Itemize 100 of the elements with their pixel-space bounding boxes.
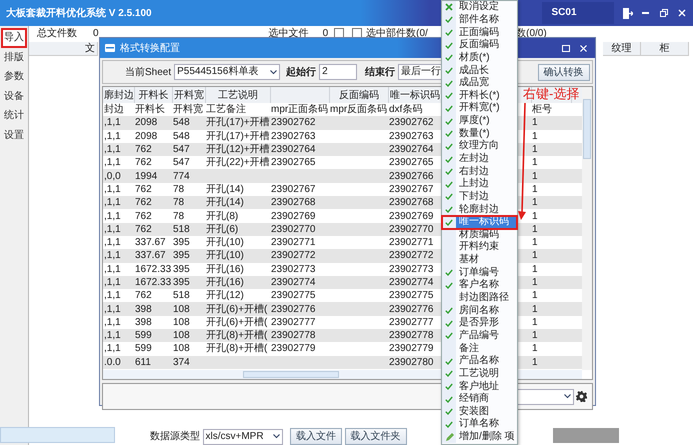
menu-item[interactable]: 下封边 (442, 190, 517, 204)
sheet-label: 当前Sheet (125, 66, 172, 80)
table-cell: 108 (172, 302, 205, 316)
load-folder-button[interactable]: 载入文件夹 (344, 428, 406, 445)
file-count: 0 (93, 26, 99, 40)
checkbox[interactable] (334, 28, 344, 38)
column-header[interactable]: 柜 (641, 42, 689, 56)
column-header[interactable]: 纹理 (603, 42, 641, 56)
scrollbar-thumb[interactable] (583, 99, 591, 159)
user-label: SC01 (542, 2, 614, 24)
sidebar-item[interactable]: 统计 (1, 106, 27, 126)
column-header[interactable]: 唯一标识码 (388, 87, 441, 103)
table-cell-text: 23902769 (270, 210, 316, 223)
table-cell: 1 (531, 222, 571, 236)
table-cell: 23902770 (388, 222, 441, 236)
menu-item[interactable]: 轮廓封边 (442, 203, 517, 216)
table-cell: 23902763 (270, 130, 329, 143)
menu-item[interactable]: 右封边 (442, 165, 517, 178)
menu-item[interactable]: 材质(*) (442, 52, 517, 64)
table-cell: 1 (531, 236, 571, 250)
menu-item[interactable]: 开料宽(*) (442, 102, 517, 115)
load-file-button[interactable]: 载入文件 (290, 428, 342, 445)
menu-item[interactable]: 反面编码 (442, 38, 517, 52)
table-cell: 762 (134, 142, 172, 156)
table-cell: 开孔(10) (205, 249, 270, 263)
table-cell: ,1,1 (103, 262, 134, 276)
table-cell: 开孔(22)+开槽 (205, 156, 270, 170)
table-cell-text: ,1,1 (103, 210, 122, 223)
table-cell-text: 开孔(8) (205, 210, 240, 223)
vertical-scrollbar[interactable] (582, 87, 592, 370)
table-cell-text: 599 (134, 342, 153, 356)
table-cell-text: 78 (172, 210, 186, 223)
menu-item[interactable]: 安装图 (442, 406, 517, 418)
start-row-field[interactable]: 2 (319, 64, 358, 80)
gear-icon[interactable] (576, 391, 587, 402)
table-cell: 1 (531, 329, 571, 342)
menu-item[interactable]: 客户名称 (442, 279, 517, 292)
menu-item[interactable]: 订单名称 (442, 418, 517, 431)
table-cell: 23902766 (388, 169, 441, 183)
sidebar-item[interactable]: 参数 (1, 67, 27, 86)
table-cell: 1 (531, 249, 571, 263)
menu-item[interactable]: 工艺说明 (442, 368, 517, 380)
table-cell: 23902768 (388, 196, 441, 210)
table-cell: 78 (172, 196, 205, 210)
sidebar-item[interactable]: 导入 (1, 28, 27, 48)
menu-item[interactable]: 纹理方向 (442, 140, 517, 153)
confirm-convert-button[interactable]: 确认转换 (538, 64, 590, 80)
menu-item[interactable]: 厚度(*) (442, 114, 517, 128)
table-cell: 1994 (134, 169, 172, 183)
menu-item[interactable]: 封边图路径 (442, 292, 517, 304)
menu-item[interactable]: 增加/删除 项 (442, 430, 517, 444)
source-type-dropdown[interactable]: xls/csv+MPR (202, 428, 282, 444)
table-cell: 547 (172, 156, 205, 170)
menu-item[interactable]: 数量(*) (442, 127, 517, 140)
sheet-dropdown[interactable]: P55445156料单表 (174, 64, 280, 80)
checkbox[interactable] (352, 28, 362, 38)
column-header[interactable]: 开料宽 (172, 87, 205, 103)
table-cell: 374 (172, 356, 205, 369)
menu-item[interactable]: 是否异形 (442, 317, 517, 330)
scrollbar-thumb[interactable] (243, 371, 339, 378)
table-cell: 337.67 (134, 249, 172, 263)
selected-files-count: 0 (322, 26, 328, 40)
column-header[interactable]: 工艺说明 (205, 87, 270, 103)
table-cell: 395 (172, 249, 205, 263)
menu-item[interactable]: 正面编码 (442, 26, 517, 39)
table-cell: ,1,1 (103, 142, 134, 156)
menu-item[interactable]: 产品编号 (442, 330, 517, 342)
menu-item[interactable]: 部件名称 (442, 14, 517, 26)
table-cell: 23902774 (270, 276, 329, 290)
menu-item[interactable]: 成品宽 (442, 76, 517, 90)
menu-item[interactable]: 客户地址 (442, 380, 517, 393)
sidebar-item[interactable]: 排版 (1, 48, 27, 67)
menu-item[interactable]: 取消设定 (442, 1, 517, 14)
table-cell: 395 (172, 276, 205, 290)
menu-item[interactable]: 产品名称 (442, 354, 517, 368)
menu-item[interactable]: 订单编号 (442, 266, 517, 280)
menu-item[interactable]: 开料长(*) (442, 89, 517, 102)
table-cell-text: 1 (531, 342, 539, 356)
table-cell: ,1,1 (103, 196, 134, 210)
table-cell-text: 23902779 (270, 342, 316, 356)
menu-item[interactable]: 左封边 (442, 152, 517, 166)
menu-item[interactable]: 备注 (442, 342, 517, 355)
menu-item[interactable]: 上封边 (442, 178, 517, 191)
caret-icon (272, 434, 280, 439)
menu-item[interactable]: 成品长 (442, 64, 517, 77)
table-cell: 611 (134, 356, 172, 369)
table-cell: 1 (531, 130, 571, 143)
table-cell: 1 (531, 316, 571, 330)
sidebar-item[interactable]: 设备 (1, 86, 27, 106)
table-cell: 108 (172, 329, 205, 342)
column-header[interactable]: 反面编码 (329, 87, 388, 103)
menu-item[interactable]: 基材 (442, 254, 517, 266)
menu-item[interactable]: 房间名称 (442, 304, 517, 318)
table-cell: 开孔(10) (205, 236, 270, 250)
menu-item[interactable]: 开料约束 (442, 241, 517, 254)
source-type-label: 数据源类型 (150, 430, 200, 444)
menu-item[interactable]: 经销商 (442, 392, 517, 406)
column-header[interactable]: 开料长 (134, 87, 172, 103)
sidebar-item[interactable]: 设置 (1, 126, 27, 145)
column-header[interactable]: 文 (29, 42, 98, 56)
